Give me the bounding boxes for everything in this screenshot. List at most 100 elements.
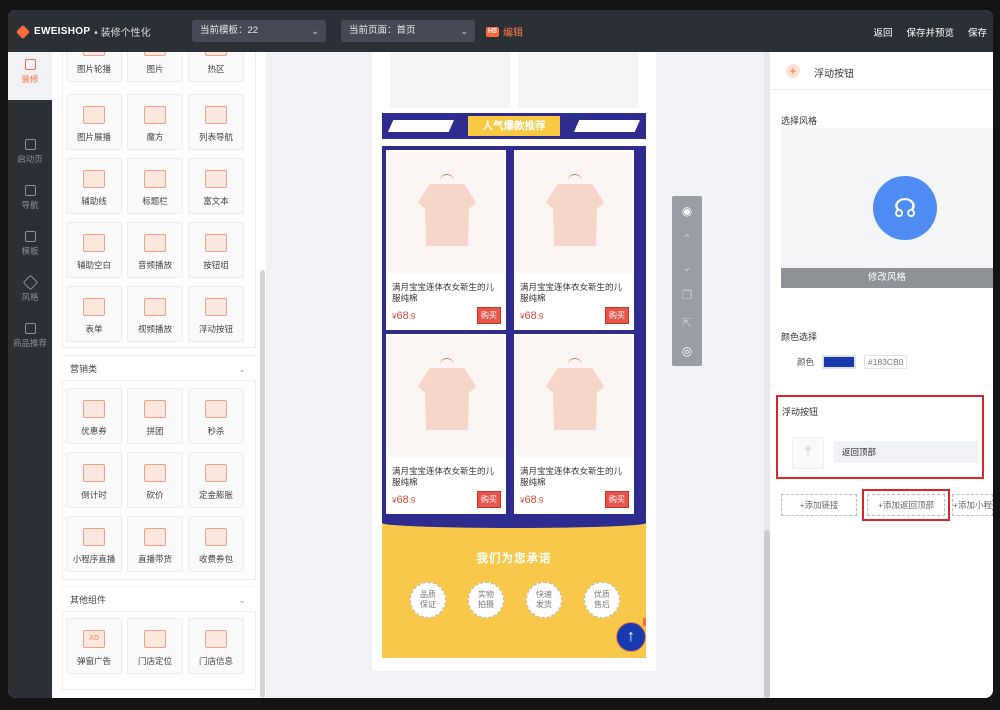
group-buy-icon: [144, 400, 166, 418]
buy-button[interactable]: 购买: [605, 491, 629, 508]
back-top-field[interactable]: 返回顶部: [834, 441, 978, 463]
color-swatch[interactable]: [822, 355, 857, 369]
rail-label: 商品推荐: [12, 338, 47, 348]
back-top-thumb-icon[interactable]: ⤒: [792, 437, 824, 469]
modify-style-button[interactable]: 修改风格: [781, 268, 993, 288]
component-tile[interactable]: 浮动按钮: [188, 286, 244, 342]
component-tile[interactable]: 门店信息: [188, 618, 244, 674]
component-tile[interactable]: 砍价: [127, 452, 183, 508]
rail-item-decorate[interactable]: 装修: [8, 52, 52, 100]
close-icon[interactable]: ×: [643, 618, 646, 626]
rail-item-style[interactable]: 风格: [8, 270, 52, 314]
price-integer: 68: [524, 494, 537, 506]
component-tile[interactable]: 倒计时: [66, 452, 122, 508]
component-tile[interactable]: 辅助线: [66, 158, 122, 214]
logo-text: EWEISHOP: [34, 26, 91, 37]
deposit-icon: [205, 464, 227, 482]
rail-item-template[interactable]: 模板: [8, 224, 52, 268]
rich-text-icon: [205, 170, 227, 188]
component-tile[interactable]: 辅助空白: [66, 222, 122, 278]
page-select[interactable]: 当前页面：首页 ⌄: [341, 20, 475, 42]
product-image: [388, 152, 504, 274]
share-icon[interactable]: ⇱: [680, 316, 694, 330]
canvas-toolbar: ◉ ⌃ ⌄ ❐ ⇱ ◎: [672, 196, 702, 366]
component-tile[interactable]: 门店定位: [127, 618, 183, 674]
component-tile[interactable]: 标题栏: [127, 158, 183, 214]
component-tile[interactable]: 秒杀: [188, 388, 244, 444]
chevron-down-icon: ⌄: [311, 26, 319, 36]
component-tile[interactable]: 定金膨胀: [188, 452, 244, 508]
color-row: 颜色 #183CB0: [797, 355, 908, 369]
divider-line-icon: [83, 170, 105, 188]
template-select[interactable]: 当前模板：22 ⌄: [192, 20, 326, 42]
component-tile[interactable]: 直播带货: [127, 516, 183, 572]
section-marketing[interactable]: 营销类 ⌄: [62, 355, 256, 381]
add-link-button[interactable]: +添加链接: [781, 494, 857, 516]
panel-header: + 浮动按钮: [770, 52, 993, 90]
copy-icon[interactable]: ❐: [680, 288, 694, 302]
component-tile[interactable]: 收费券包: [188, 516, 244, 572]
back-button[interactable]: 返回: [873, 25, 892, 39]
component-tile[interactable]: 图片展播: [66, 94, 122, 150]
hot-banner[interactable]: 人气爆款推荐: [382, 113, 646, 139]
style-preview[interactable]: ☊ 修改风格: [781, 128, 993, 288]
component-tile[interactable]: 魔方: [127, 94, 183, 150]
flash-sale-icon: [205, 400, 227, 418]
save-button[interactable]: 保存: [968, 25, 987, 39]
buy-button[interactable]: 购买: [477, 491, 501, 508]
paintbrush-icon: [24, 59, 36, 70]
component-tile[interactable]: 图片轮播: [66, 52, 122, 82]
add-mini-program-button[interactable]: +添加小程: [952, 494, 993, 516]
app-window: EWEISHOP • 装修个性化 当前模板：22 ⌄ 当前页面：首页 ⌄ H5 …: [8, 10, 993, 698]
buy-button[interactable]: 购买: [477, 307, 501, 324]
component-tile[interactable]: 小程序直播: [66, 516, 122, 572]
buy-button[interactable]: 购买: [605, 307, 629, 324]
settings-icon[interactable]: ◎: [680, 344, 694, 358]
component-tile[interactable]: 视频播放: [127, 286, 183, 342]
float-back-top-button[interactable]: ↑: [616, 622, 646, 652]
price-decimal: .9: [408, 312, 416, 321]
component-tile[interactable]: 图片: [127, 52, 183, 82]
component-tile[interactable]: 富文本: [188, 158, 244, 214]
component-tile[interactable]: 优惠券: [66, 388, 122, 444]
add-back-top-button[interactable]: +添加返回顶部: [862, 489, 950, 521]
product-image: [388, 336, 504, 458]
promise-title: 我们为您承诺: [476, 553, 552, 565]
arrow-down-icon[interactable]: ⌄: [680, 260, 694, 274]
rail-item-recommend[interactable]: 商品推荐: [8, 316, 52, 360]
rail-item-nav[interactable]: 导航: [8, 178, 52, 222]
component-tile[interactable]: 音频播放: [127, 222, 183, 278]
component-tile[interactable]: 拼团: [127, 388, 183, 444]
plus-icon: +: [786, 64, 800, 78]
section-other[interactable]: 其他组件 ⌄: [62, 586, 256, 612]
component-tile[interactable]: 热区: [188, 52, 244, 82]
component-panel-scrollbar[interactable]: [260, 270, 265, 698]
save-preview-button[interactable]: 保存并预览: [906, 25, 954, 39]
section-title: 其他组件: [70, 595, 107, 605]
eye-icon[interactable]: ◉: [680, 204, 694, 218]
product-card[interactable]: 满月宝宝连体衣女新生的儿服纯棉 ¥68.9 购买: [514, 334, 634, 514]
component-tile[interactable]: 按钮组: [188, 222, 244, 278]
hanger-graphic: [440, 174, 454, 184]
product-card[interactable]: 满月宝宝连体衣女新生的儿服纯棉 ¥68.9 购买: [386, 334, 506, 514]
product-title: 满月宝宝连体衣女新生的儿服纯棉: [392, 282, 495, 303]
basic-components-grid: 图片展播 魔方 列表导航辅助线 标题栏 富文本辅助空白 音频播放 按钮组表单 视频播放 浮动按钮: [66, 94, 244, 342]
arrow-up-icon[interactable]: ⌃: [680, 232, 694, 246]
color-hex-field[interactable]: #183CB0: [864, 355, 908, 369]
template-icon: [24, 231, 36, 242]
product-price: ¥68.9: [520, 494, 543, 506]
garment-graphic: [546, 368, 604, 430]
product-card[interactable]: 满月宝宝连体衣女新生的儿服纯棉 ¥68.9 购买: [514, 150, 634, 330]
component-tile[interactable]: 表单: [66, 286, 122, 342]
edit-button[interactable]: H5 编辑: [486, 24, 523, 39]
promise-section[interactable]: 我们为您承诺 品质保证 实物拍摄 快速发货 优质售后: [382, 518, 646, 658]
product-card[interactable]: 满月宝宝连体衣女新生的儿服纯棉 ¥68.9 购买: [386, 150, 506, 330]
hanger-graphic: [568, 174, 582, 184]
component-tile[interactable]: 列表导航: [188, 94, 244, 150]
product-grid[interactable]: 满月宝宝连体衣女新生的儿服纯棉 ¥68.9 购买 满月宝宝连体衣女新生的儿服纯棉 ¥68…: [382, 146, 646, 518]
component-tile[interactable]: AD 弹窗广告: [66, 618, 122, 674]
product-row-top: [390, 52, 638, 108]
rail-item-splash[interactable]: 启动页: [8, 132, 52, 176]
component-label: 音频播放: [137, 260, 172, 270]
image-gallery-icon: [83, 106, 105, 124]
